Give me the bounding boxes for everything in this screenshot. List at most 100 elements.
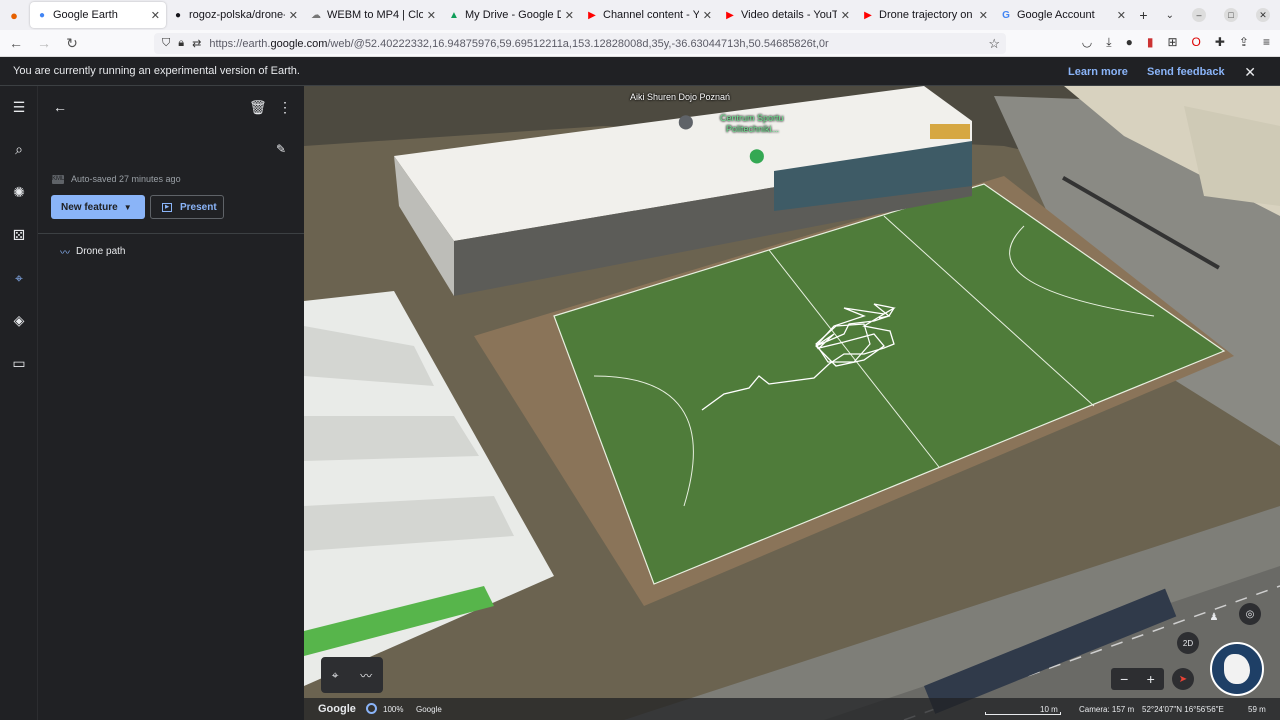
globe-minimap[interactable] (1210, 642, 1264, 696)
place-pin-icon[interactable]: ⬤ (749, 147, 765, 164)
cursor-coordinates: 52°24'07"N 16°56'56"E (1142, 705, 1224, 714)
data-attribution[interactable]: Google (416, 705, 442, 714)
feature-item-drone-path[interactable]: 〰 Drone path (60, 244, 125, 259)
youtube-icon: ▶ (726, 9, 734, 21)
my-location-icon[interactable]: ◎ (1239, 603, 1261, 625)
permissions-icon[interactable]: ⇄ (192, 37, 201, 50)
place-label-centrum-line2[interactable]: Politechniki... (726, 124, 779, 134)
youtube-icon: ▶ (588, 9, 596, 21)
zoom-in-icon[interactable]: + (1147, 671, 1155, 687)
extension-icon[interactable]: ● (1126, 35, 1133, 50)
shield-icon[interactable]: ⛉ (162, 37, 170, 50)
tab-google-drive[interactable]: ▲ My Drive - Google Driv ✕ (442, 2, 580, 28)
send-feedback-link[interactable]: Send feedback (1147, 66, 1225, 78)
feeling-lucky-icon[interactable]: ⚄ (10, 226, 28, 244)
tab-google-account[interactable]: G Google Account ✕ (994, 2, 1132, 28)
present-button[interactable]: ▶ Present (150, 195, 224, 219)
place-pin-icon[interactable]: ⬤ (678, 113, 694, 130)
close-window-icon[interactable]: ✕ (1256, 8, 1270, 22)
path-icon: 〰 (60, 248, 70, 259)
tab-drone-trajectory[interactable]: ▶ Drone trajectory on G ✕ (856, 2, 994, 28)
bookmark-star-icon[interactable]: ☆ (988, 36, 1000, 52)
close-tab-icon[interactable]: ✕ (427, 9, 436, 22)
divider (38, 233, 304, 234)
map-view[interactable]: ⬤ Aiki Shuren Dojo Poznań ⬤ Centrum Spor… (304, 86, 1280, 720)
list-tabs-icon[interactable]: ⌄ (1166, 10, 1174, 21)
autosave-status: KML Auto-saved 27 minutes ago (52, 174, 181, 184)
view-2d-button[interactable]: 2D (1177, 632, 1199, 654)
zoom-out-icon[interactable]: − (1120, 671, 1128, 687)
share-icon[interactable]: ⇪ (1239, 35, 1249, 50)
close-icon[interactable]: ✕ (1244, 64, 1256, 81)
menu-icon[interactable]: ≡ (1263, 35, 1270, 50)
zoom-controls: − + (1111, 668, 1164, 690)
google-icon: G (1002, 9, 1010, 21)
more-options-icon[interactable]: ⋮ (278, 99, 292, 116)
tab-label: Video details - YouTub (741, 9, 837, 21)
edit-pencil-icon[interactable]: ✎ (276, 142, 286, 156)
close-tab-icon[interactable]: ✕ (1117, 9, 1126, 22)
drone-path-line[interactable] (304, 86, 1280, 720)
delete-icon[interactable]: 🗑︎ (249, 99, 267, 116)
add-placemark-icon[interactable]: ⌖ (332, 668, 339, 683)
tab-github[interactable]: ● rogoz-polska/drone-tr ✕ (166, 2, 304, 28)
extension-icon[interactable]: ▮ (1147, 35, 1154, 50)
back-arrow-icon[interactable]: ← (53, 99, 67, 115)
voyager-icon[interactable]: ✺ (10, 183, 28, 201)
browser-tab-bar: ● ● Google Earth ✕ ● rogoz-polska/drone-… (0, 0, 1280, 30)
forward-icon[interactable]: → (32, 35, 56, 51)
feature-label: Drone path (76, 246, 126, 257)
browser-nav-bar: ← → ↻ ⛉ 🔒︎ ⇄ https://earth. google.com/we… (0, 30, 1280, 57)
continent-shape (1224, 654, 1250, 684)
extension-icon[interactable]: ⊞ (1167, 35, 1177, 50)
compass-icon[interactable]: ➤ (1172, 668, 1194, 690)
loading-ring-icon (366, 703, 377, 714)
reload-icon[interactable]: ↻ (60, 35, 84, 52)
drawing-toolbox: ⌖ 〰 (321, 657, 383, 693)
projects-icon[interactable]: ⌖ (10, 269, 28, 287)
tab-google-earth[interactable]: ● Google Earth ✕ (30, 2, 166, 28)
url-host: google.com (270, 37, 328, 50)
new-feature-button[interactable]: New feature ▼ (51, 195, 145, 219)
map-style-icon[interactable]: ◈ (10, 311, 28, 329)
scale-bar (985, 712, 1061, 715)
draw-path-icon[interactable]: 〰 (360, 667, 372, 684)
tab-youtube-video[interactable]: ▶ Video details - YouTub ✕ (718, 2, 856, 28)
close-tab-icon[interactable]: ✕ (151, 9, 160, 22)
minimize-icon[interactable]: – (1192, 8, 1206, 22)
menu-icon[interactable]: ☰ (10, 98, 28, 116)
google-drive-icon: ▲ (449, 9, 459, 21)
url-bar[interactable]: ⛉ 🔒︎ ⇄ https://earth. google.com/web/@52.… (154, 33, 1006, 54)
firefox-icon[interactable]: ● (0, 0, 28, 30)
learn-more-link[interactable]: Learn more (1068, 66, 1128, 78)
close-tab-icon[interactable]: ✕ (703, 9, 712, 22)
measure-icon[interactable]: ▭ (10, 354, 28, 372)
maximize-icon[interactable]: □ (1224, 8, 1238, 22)
tab-label: Drone trajectory on G (879, 9, 975, 21)
close-tab-icon[interactable]: ✕ (841, 9, 850, 22)
youtube-icon: ▶ (864, 9, 872, 21)
close-tab-icon[interactable]: ✕ (289, 9, 298, 22)
url-path: /web/@52.40222332,16.94875976,59.6951221… (327, 37, 829, 50)
present-label: Present (180, 201, 217, 213)
experimental-banner: You are currently running an experimenta… (0, 57, 1280, 86)
search-icon[interactable]: ⌕ (10, 140, 28, 158)
close-tab-icon[interactable]: ✕ (565, 9, 574, 22)
opera-icon[interactable]: O (1192, 35, 1201, 50)
tab-youtube-channel[interactable]: ▶ Channel content - You ✕ (580, 2, 718, 28)
extensions-puzzle-icon[interactable]: ✚ (1215, 35, 1225, 50)
close-tab-icon[interactable]: ✕ (979, 9, 988, 22)
pegman-icon[interactable]: ♟ (1203, 606, 1225, 628)
new-tab-icon[interactable]: + (1139, 7, 1147, 23)
tab-cloudconvert[interactable]: ☁ WEBM to MP4 | Cloud ✕ (304, 2, 442, 28)
status-bar: Google 100% Google 10 m Camera: 157 m 52… (304, 698, 1280, 720)
new-feature-label: New feature (61, 201, 118, 213)
lock-icon[interactable]: 🔒︎ (178, 37, 184, 50)
place-label-centrum-line1[interactable]: Centrum Sportu (720, 113, 784, 123)
pocket-icon[interactable]: ◡ (1082, 35, 1092, 50)
place-label-dojo[interactable]: Aiki Shuren Dojo Poznań (630, 92, 730, 102)
downloads-icon[interactable]: ⤓ (1106, 35, 1111, 50)
url-prefix: https://earth. (209, 37, 271, 50)
kml-file-icon: KML (52, 174, 65, 184)
back-icon[interactable]: ← (4, 35, 28, 51)
